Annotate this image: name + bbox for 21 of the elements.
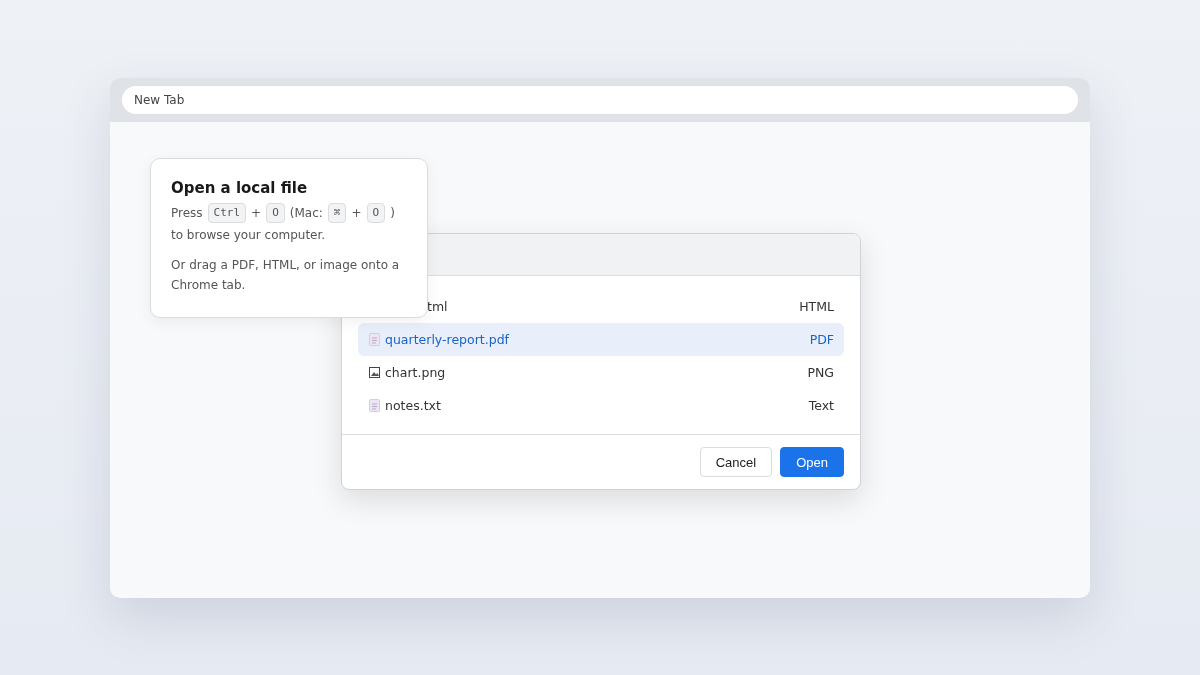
file-row[interactable]: chart.png PNG xyxy=(358,356,844,389)
key-cap: O xyxy=(266,203,285,223)
image-icon xyxy=(369,367,380,378)
open-button[interactable]: Open xyxy=(780,447,844,477)
card-note: Or drag a PDF, HTML, or image onto a Chrome tab. xyxy=(171,257,401,294)
file-row[interactable]: notes.txt Text xyxy=(358,389,844,422)
tab-title[interactable]: New Tab xyxy=(122,86,1078,114)
card-title: Open a local file xyxy=(171,179,309,197)
key-cap: O xyxy=(366,203,386,223)
instruction-text: + xyxy=(251,205,262,222)
instruction-text: Press xyxy=(171,205,203,222)
instruction-text: ) xyxy=(390,205,395,222)
instruction-text: + xyxy=(351,205,362,222)
instruction-text: to browse your computer. xyxy=(171,227,326,244)
key-cap: Ctrl xyxy=(207,203,247,223)
instruction-text: (Mac: xyxy=(289,205,323,222)
file-row[interactable]: quarterly-report.pdf PDF xyxy=(358,323,844,356)
key-cap: ⌘ xyxy=(327,203,347,223)
cancel-button[interactable]: Cancel xyxy=(699,447,773,477)
document-icon xyxy=(369,333,380,346)
document-icon xyxy=(369,399,380,412)
